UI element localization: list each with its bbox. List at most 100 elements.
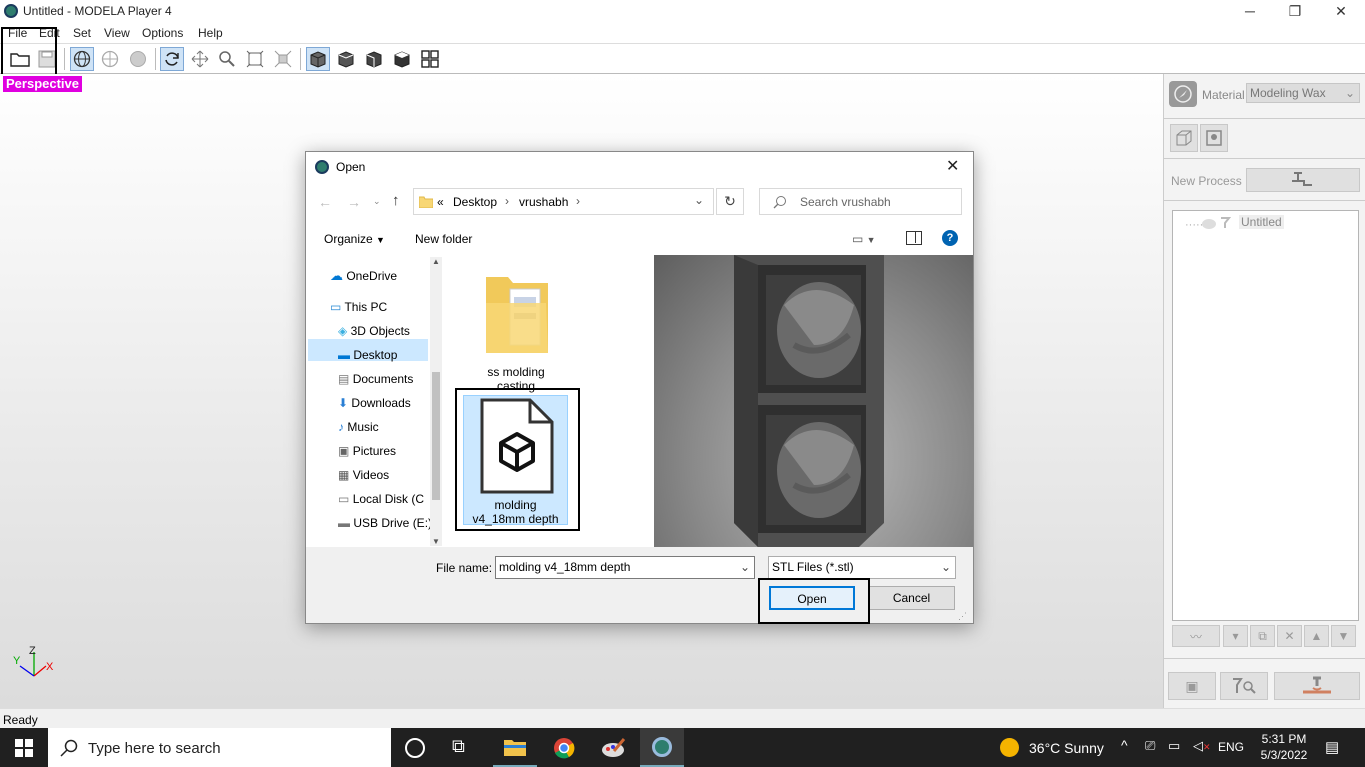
file-name-input[interactable]: molding v4_18mm depth ⌄ (495, 556, 755, 579)
new-process-button[interactable] (1246, 168, 1360, 192)
tree-item-untitled[interactable]: Untitled (1239, 215, 1284, 229)
process-icon (1292, 172, 1312, 186)
cube-side-icon (366, 51, 382, 68)
nav-3d-objects[interactable]: ◈ 3D Objects (338, 324, 410, 338)
stop-button[interactable]: ▣ (1168, 672, 1216, 700)
material-button[interactable] (1169, 81, 1197, 107)
nav-label: Documents (352, 372, 414, 386)
taskbar-paint-app[interactable] (591, 728, 635, 767)
clock[interactable]: 5:31 PM 5/3/2022 (1258, 731, 1310, 763)
rotate-button[interactable] (160, 47, 184, 71)
search-box[interactable]: Search vrushabh (759, 188, 962, 215)
cutting-path-button[interactable]: 〰 (1172, 625, 1220, 647)
pan-button[interactable] (188, 47, 212, 71)
nav-pictures[interactable]: ▣ Pictures (338, 444, 396, 458)
view-iso-button[interactable] (306, 47, 330, 71)
folder-icon (10, 53, 30, 67)
close-button[interactable]: ✕ (1318, 0, 1364, 24)
address-bar[interactable]: « Desktop › vrushabh › ⌄ (413, 188, 714, 215)
chevron-down-icon[interactable]: ⌄ (740, 557, 750, 578)
organize-menu[interactable]: Organize ▼ (324, 232, 385, 246)
file-type-select[interactable]: STL Files (*.stl) ⌄ (768, 556, 956, 579)
view-quad-button[interactable] (418, 47, 442, 71)
modeling-form-button[interactable] (1200, 124, 1228, 152)
nav-onedrive[interactable]: ☁ OneDrive (330, 268, 397, 284)
back-button[interactable]: ← (318, 194, 332, 210)
taskbar-file-explorer[interactable] (493, 728, 537, 767)
nav-documents[interactable]: ▤ Documents (338, 372, 413, 386)
move-up-button[interactable]: ▲ (1304, 625, 1329, 647)
chevron-up-icon[interactable]: ^ (1121, 737, 1128, 753)
preview-button[interactable] (1220, 672, 1268, 700)
view-front-button[interactable] (334, 47, 358, 71)
save-button[interactable] (35, 47, 59, 71)
menu-view[interactable]: View (104, 26, 130, 40)
restore-button[interactable]: ❐ (1272, 0, 1318, 24)
language-indicator[interactable]: ENG (1218, 740, 1244, 754)
nav-this-pc[interactable]: ▭ This PC (330, 300, 387, 314)
file-item-folder[interactable]: ss molding casting (456, 263, 576, 393)
task-view-icon[interactable]: ⧉ (452, 736, 465, 757)
menu-set[interactable]: Set (73, 26, 91, 40)
chevron-down-icon[interactable]: ⌄ (694, 193, 704, 207)
cancel-button[interactable]: Cancel (868, 586, 955, 610)
view-top-button[interactable] (390, 47, 414, 71)
preview-pane-button[interactable] (906, 231, 922, 245)
zoom-button[interactable] (215, 47, 239, 71)
process-tree[interactable]: ····· Untitled (1172, 210, 1359, 621)
zoom-extent-button[interactable] (271, 47, 295, 71)
nav-usb-drive[interactable]: ▬ USB Drive (E:) (338, 516, 430, 530)
notification-icon[interactable]: ▤ (1325, 738, 1339, 756)
edit-process-button[interactable]: ▾ (1223, 625, 1248, 647)
network-icon[interactable]: ⎚ (1145, 738, 1155, 754)
move-down-button[interactable]: ▼ (1331, 625, 1356, 647)
nav-scrollbar[interactable]: ▲ ▼ (430, 257, 442, 546)
material-select[interactable]: Modeling Wax ⌄ (1246, 83, 1360, 103)
cortana-icon[interactable] (405, 738, 425, 758)
file-name-line: casting (496, 379, 536, 393)
solid-sphere-button[interactable] (126, 47, 150, 71)
file-item-stl-selected[interactable]: molding v4_18mm depth (463, 395, 568, 526)
resize-grip[interactable]: ⋰ (958, 611, 967, 622)
minimize-button[interactable]: ─ (1227, 0, 1273, 24)
weather-text[interactable]: 36°C Sunny (1029, 740, 1104, 756)
breadcrumb-desktop[interactable]: Desktop (453, 195, 497, 209)
globe-view-button[interactable] (70, 47, 94, 71)
cut-button[interactable] (1274, 672, 1360, 700)
fit-button[interactable] (243, 47, 267, 71)
new-folder-button[interactable]: New folder (415, 232, 472, 246)
taskbar-modela[interactable] (640, 728, 684, 767)
view-side-button[interactable] (362, 47, 386, 71)
nav-downloads[interactable]: ⬇ Downloads (338, 396, 411, 410)
help-icon[interactable]: ? (942, 230, 958, 246)
breadcrumb-vrushabh[interactable]: vrushabh (519, 195, 568, 209)
menu-edit[interactable]: Edit (39, 26, 60, 40)
display-icon[interactable]: ▭ (1168, 738, 1180, 754)
up-button[interactable]: ↑ (392, 192, 400, 209)
recent-locations-button[interactable]: ⌄ (373, 196, 381, 207)
dialog-close-button[interactable]: ✕ (946, 156, 959, 176)
start-button[interactable] (0, 728, 48, 767)
open-file-button[interactable] (8, 47, 32, 71)
speaker-muted-icon[interactable]: ◁✕ (1193, 738, 1211, 754)
forward-button[interactable]: → (347, 194, 361, 210)
menu-help[interactable]: Help (198, 26, 223, 40)
refresh-button[interactable]: ↻ (716, 188, 744, 215)
wire-sphere-button[interactable] (98, 47, 122, 71)
stock-button[interactable] (1170, 124, 1198, 152)
organize-label: Organize (324, 232, 373, 246)
delete-process-button[interactable]: ✕ (1277, 625, 1302, 647)
nav-local-disk[interactable]: ▭ Local Disk (C (338, 492, 430, 506)
nav-label: Videos (352, 468, 390, 482)
taskbar-search-box[interactable]: Type here to search (48, 728, 391, 767)
nav-desktop[interactable]: ▬ Desktop (338, 348, 397, 362)
nav-music[interactable]: ♪ Music (338, 420, 379, 434)
menu-bar: File Edit Set View Options Help (0, 24, 1365, 44)
open-button[interactable]: Open (769, 586, 855, 610)
copy-process-button[interactable]: ⧉ (1250, 625, 1275, 647)
menu-options[interactable]: Options (142, 26, 183, 40)
nav-videos[interactable]: ▦ Videos (338, 468, 389, 482)
taskbar-chrome[interactable] (542, 728, 586, 767)
menu-file[interactable]: File (8, 26, 27, 40)
change-view-button[interactable]: ▭ ▼ (852, 232, 876, 246)
